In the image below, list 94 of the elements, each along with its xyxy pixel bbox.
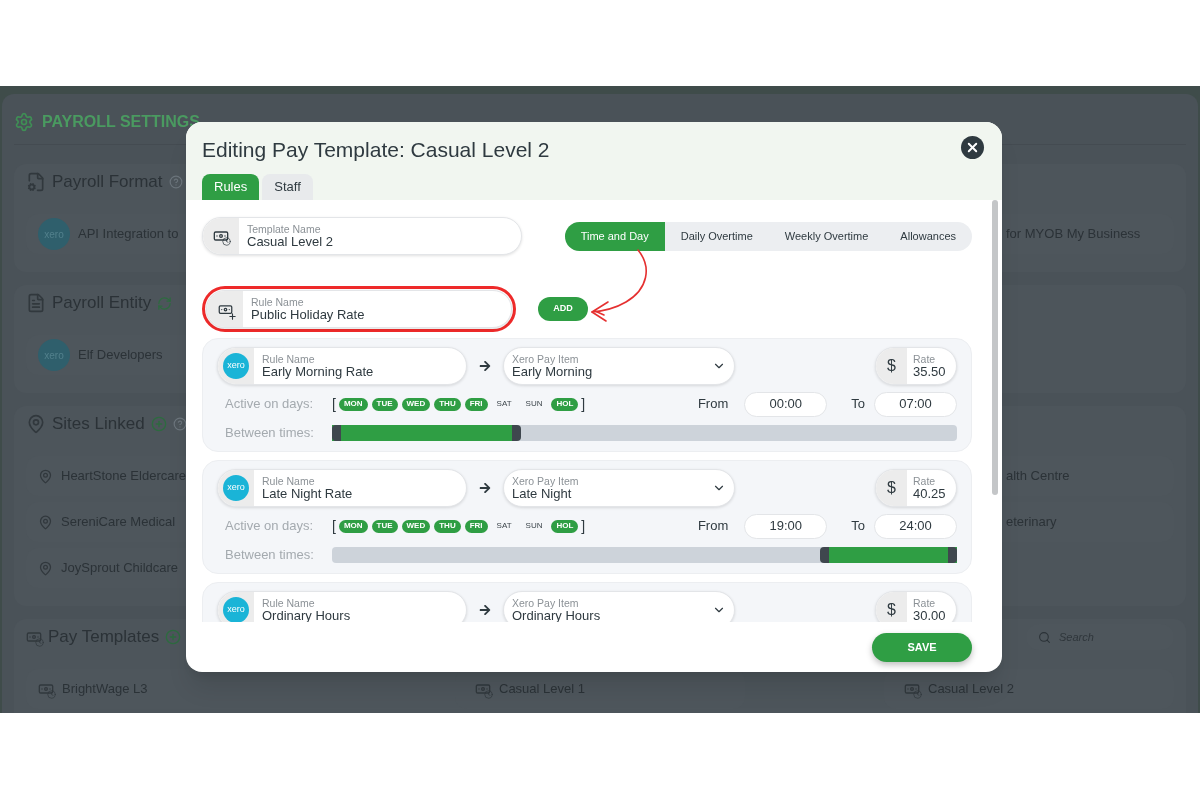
field-label: Rate <box>913 474 937 487</box>
field-value: Early Morning Rate <box>262 364 374 380</box>
to-label: To <box>851 517 865 536</box>
field-value: Late Night Rate <box>262 486 353 502</box>
times-label: Between times: <box>225 424 315 443</box>
field-label: Xero Pay Item <box>512 352 580 365</box>
field-label: Rate <box>913 352 937 365</box>
from-time-field[interactable]: 19:00 <box>744 513 828 539</box>
field-value: Casual Level 2 <box>247 234 333 250</box>
arrow-right-icon <box>479 482 491 494</box>
arrow-right-icon <box>479 604 491 616</box>
day-toggle[interactable]: SAT <box>491 519 517 533</box>
close-icon <box>965 140 980 155</box>
new-rule-name-field[interactable]: Rule Name Public Holiday Rate <box>206 290 512 328</box>
currency-symbol: $ <box>876 592 907 622</box>
field-value: Ordinary Hours <box>262 608 351 622</box>
to-time-field[interactable]: 07:00 <box>874 391 957 417</box>
time-range-track[interactable] <box>332 425 957 441</box>
pay-item-dropdown[interactable]: Xero Pay Item Early Morning <box>503 347 735 385</box>
map-pin-icon <box>38 514 53 530</box>
map-pin-icon <box>38 560 53 576</box>
add-icon[interactable] <box>150 416 167 432</box>
money-clock-icon <box>213 228 229 244</box>
day-toggle[interactable]: SAT <box>491 397 517 411</box>
field-label: Rule Name <box>262 474 316 487</box>
times-label: Between times: <box>225 546 315 565</box>
field-label: Rate <box>913 596 937 609</box>
xero-logo: xero <box>223 597 249 622</box>
scrollbar[interactable] <box>992 200 998 495</box>
map-pin-icon <box>38 468 53 484</box>
range-handle[interactable] <box>948 547 957 563</box>
rate-field[interactable]: $ Rate 40.25 <box>875 469 957 507</box>
money-clock-icon <box>904 681 920 697</box>
refresh-icon[interactable] <box>157 295 173 311</box>
close-button[interactable] <box>961 136 984 159</box>
tab[interactable]: Staff <box>262 174 313 200</box>
help-icon[interactable] <box>172 417 187 431</box>
time-range-track[interactable] <box>332 547 957 563</box>
field-value: Early Morning <box>512 364 594 380</box>
map-pin-icon <box>26 414 46 434</box>
template-name-field[interactable]: Template Name Casual Level 2 <box>202 217 522 255</box>
currency-symbol: $ <box>876 348 907 384</box>
rule-name-field[interactable]: xero Rule Name Late Night Rate <box>217 469 467 507</box>
from-label: From <box>697 395 729 414</box>
xero-logo: xero <box>223 475 249 501</box>
money-clock-icon <box>475 681 491 697</box>
bracket: ] <box>581 394 586 414</box>
field-label: Xero Pay Item <box>512 596 580 609</box>
file-gear-icon <box>26 172 46 192</box>
field-label: Rule Name <box>262 352 316 365</box>
days-label: Active on days: <box>225 517 315 536</box>
rule-name-field[interactable]: xero Rule Name Ordinary Hours <box>217 591 467 622</box>
pay-item-dropdown[interactable]: Xero Pay Item Ordinary Hours <box>503 591 735 622</box>
field-value: Late Night <box>512 486 573 502</box>
field-value: Ordinary Hours <box>512 608 602 622</box>
arrow-right-icon <box>479 360 491 372</box>
range-handle[interactable] <box>332 425 341 441</box>
field-value: 40.25 <box>913 486 946 502</box>
range-handle[interactable] <box>511 425 521 441</box>
field-value: 30.00 <box>913 608 946 622</box>
field-label: Rule Name <box>262 596 316 609</box>
bracket: [ <box>332 516 336 536</box>
field-value: 35.50 <box>913 364 946 380</box>
pay-item-dropdown[interactable]: Xero Pay Item Late Night <box>503 469 735 507</box>
rate-field[interactable]: $ Rate 35.50 <box>875 347 957 385</box>
settings-icon <box>14 112 34 132</box>
rule-type-tab[interactable]: Daily Overtime <box>664 221 769 251</box>
rate-field[interactable]: $ Rate 30.00 <box>875 591 957 622</box>
page-title: PAYROLL SETTINGS <box>42 112 200 132</box>
field-label: Template Name <box>247 222 322 235</box>
money-clock-icon <box>38 681 54 697</box>
field-label: Rule Name <box>251 295 305 308</box>
rule-name-field[interactable]: xero Rule Name Early Morning Rate <box>217 347 467 385</box>
add-icon[interactable] <box>165 629 182 645</box>
from-time-field[interactable]: 00:00 <box>744 391 828 417</box>
bracket: ] <box>581 516 586 536</box>
file-icon <box>26 293 46 313</box>
rule-type-tab[interactable]: Allowances <box>884 221 972 251</box>
days-label: Active on days: <box>225 395 315 414</box>
xero-logo: xero <box>223 353 249 379</box>
currency-symbol: $ <box>876 470 907 506</box>
money-clock-icon <box>26 629 42 645</box>
day-toggle[interactable]: SUN <box>520 519 548 533</box>
to-label: To <box>851 395 865 414</box>
bracket: [ <box>332 394 336 414</box>
field-label: Xero Pay Item <box>512 474 580 487</box>
search-icon <box>1038 630 1051 644</box>
field-value: Public Holiday Rate <box>251 307 365 323</box>
dialog-title: Editing Pay Template: Casual Level 2 <box>202 137 550 163</box>
range-handle[interactable] <box>819 547 829 563</box>
to-time-field[interactable]: 24:00 <box>874 513 957 539</box>
rule-type-tab[interactable]: Weekly Overtime <box>768 221 885 251</box>
day-toggle[interactable]: SUN <box>520 397 548 411</box>
from-label: From <box>697 517 729 536</box>
